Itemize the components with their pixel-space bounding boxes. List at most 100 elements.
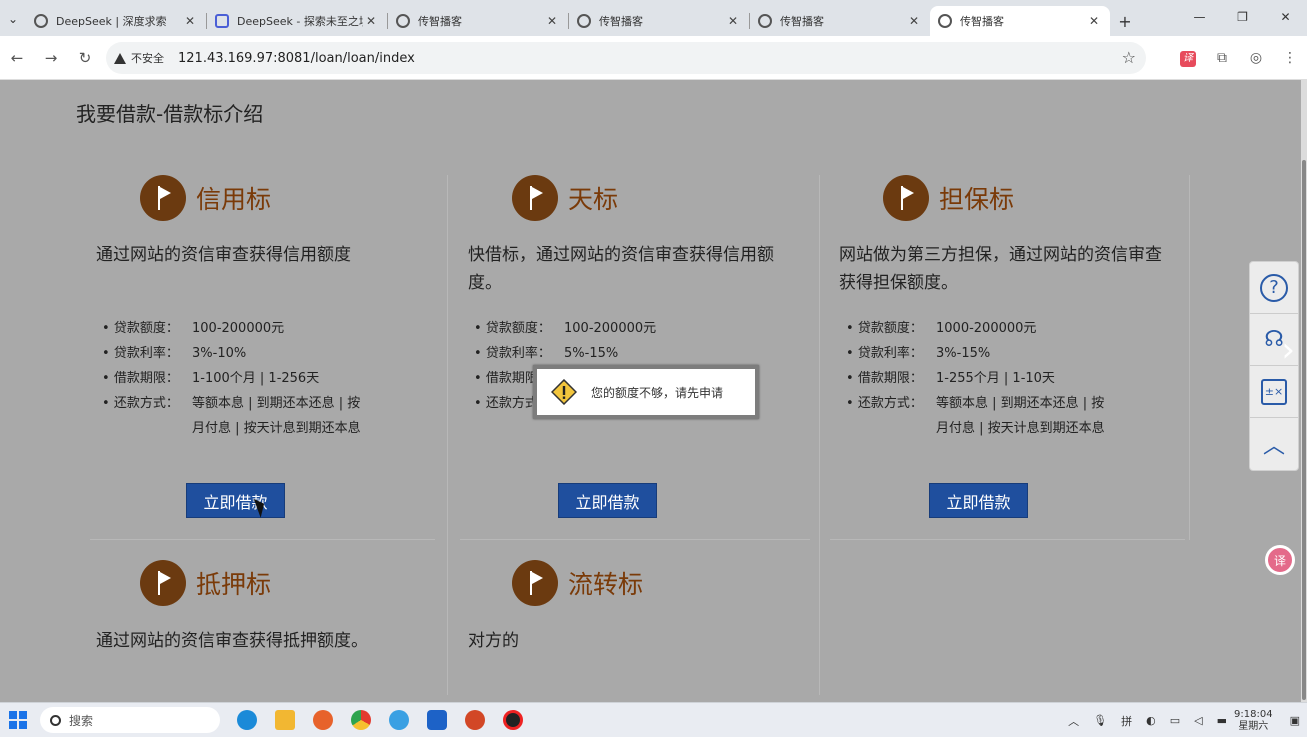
flag-icon <box>512 560 558 606</box>
forward-arrow-icon[interactable]: → <box>34 49 68 67</box>
card-title: 流转标 <box>568 570 644 599</box>
page-scrollbar[interactable] <box>1301 80 1307 702</box>
spec-row: 贷款额度：100-200000元 <box>474 316 744 341</box>
security-indicator[interactable]: 不安全 <box>114 50 164 66</box>
tab-close-icon[interactable]: ✕ <box>363 14 379 28</box>
tab-close-icon[interactable]: ✕ <box>725 14 741 28</box>
microphone-icon[interactable]: 🎙 <box>1093 714 1107 727</box>
network-icon[interactable]: ▭ <box>1170 714 1180 727</box>
spec-value: 3%-10% <box>192 346 247 361</box>
card-title: 天标 <box>568 185 619 214</box>
restore-icon[interactable]: ❐ <box>1221 0 1264 34</box>
help-button[interactable]: ? <box>1250 262 1298 314</box>
card-description: 通过网站的资信审查获得信用额度 <box>96 245 351 265</box>
spec-row: 贷款利率：5%-15% <box>474 341 744 366</box>
taskbar-apps <box>228 710 532 730</box>
browser-tab-active[interactable]: 传智播客 ✕ <box>930 6 1110 36</box>
alert-message: 您的额度不够，请先申请 <box>591 385 724 400</box>
calculator-button[interactable]: ±× <box>1250 366 1298 418</box>
globe-icon <box>396 14 410 28</box>
chevron-up-icon: ︿ <box>1262 434 1285 459</box>
app-red-black-icon[interactable] <box>494 710 532 730</box>
bookmark-star-icon[interactable]: ☆ <box>1122 48 1136 67</box>
page-content: 我要借款-借款标介绍 信用标 通过网站的资信审查获得信用额度 贷款额度：100-… <box>0 80 1307 702</box>
back-to-top-button[interactable]: ︿ <box>1250 418 1298 470</box>
browser-tab[interactable]: 传智播客 ✕ <box>750 6 930 36</box>
spec-key: 贷款利率： <box>102 341 192 366</box>
tab-close-icon[interactable]: ✕ <box>182 14 198 28</box>
deepseek-icon <box>215 14 229 28</box>
spec-value: 1000-200000元 <box>936 321 1037 336</box>
spec-row: 贷款额度：100-200000元 <box>102 316 372 341</box>
profile-avatar-icon[interactable]: ◎ <box>1239 50 1273 66</box>
app-cloud-icon[interactable] <box>380 710 418 730</box>
clock[interactable]: 9:18:04 星期六 <box>1234 709 1273 733</box>
browser-tab[interactable]: DeepSeek - 探索未至之境 ✕ <box>207 6 387 36</box>
file-explorer-icon[interactable] <box>266 710 304 730</box>
tab-close-icon[interactable]: ✕ <box>906 14 922 28</box>
borrow-now-button[interactable]: 立即借款 <box>929 483 1028 518</box>
flag-icon <box>883 175 929 221</box>
card-header: 抵押标 <box>140 560 271 606</box>
tab-label: 传智播客 <box>599 15 643 28</box>
spec-key: 还款方式： <box>846 391 936 441</box>
address-bar[interactable]: 不安全 121.43.169.97:8081/loan/loan/index ☆ <box>106 42 1146 74</box>
browser-tab[interactable]: DeepSeek | 深度求索 ✕ <box>26 6 206 36</box>
spec-key: 借款期限： <box>846 366 936 391</box>
calculator-icon: ±× <box>1261 378 1287 405</box>
spec-key: 贷款利率： <box>846 341 936 366</box>
translate-extension-icon[interactable]: 译 <box>1171 49 1205 67</box>
new-tab-button[interactable]: + <box>1110 6 1140 36</box>
chevron-up-tray-icon[interactable]: ︿ <box>1068 713 1079 729</box>
browser-tab[interactable]: 传智播客 ✕ <box>388 6 568 36</box>
card-specs: 贷款额度：1000-200000元 贷款利率：3%-15% 借款期限：1-255… <box>846 316 1116 441</box>
notification-icon[interactable]: ▣ <box>1290 714 1300 727</box>
spec-key: 贷款额度： <box>102 316 192 341</box>
browser-menu-icon[interactable]: ⋮ <box>1273 50 1307 66</box>
powerpoint-icon[interactable] <box>456 710 494 730</box>
card-header: 担保标 <box>883 175 1014 221</box>
scrollbar-thumb[interactable] <box>1302 160 1306 700</box>
edge-icon[interactable] <box>228 710 266 730</box>
spec-value: 等额本息 | 到期还本还息 | 按月付息 | 按天计息到期还本息 <box>192 396 361 436</box>
card-header: 天标 <box>512 175 618 221</box>
app-blue-icon[interactable] <box>418 710 456 730</box>
url-text[interactable]: 121.43.169.97:8081/loan/loan/index <box>178 51 415 66</box>
ime-icon[interactable]: 拼 <box>1121 713 1132 729</box>
minimize-icon[interactable]: — <box>1178 0 1221 34</box>
alert-dialog[interactable]: 您的额度不够，请先申请 <box>533 365 759 419</box>
borrow-now-button[interactable]: 立即借款 <box>558 483 657 518</box>
windows-start-icon[interactable] <box>0 711 36 729</box>
flag-icon <box>140 560 186 606</box>
spec-row: 还款方式：等额本息 | 到期还本还息 | 按月付息 | 按天计息到期还本息 <box>102 391 372 441</box>
tab-close-icon[interactable]: ✕ <box>1086 14 1102 28</box>
reload-icon[interactable]: ↻ <box>68 49 102 67</box>
tab-search-dropdown[interactable]: ⌄ <box>0 2 26 36</box>
battery-icon[interactable]: ▬ <box>1217 714 1227 727</box>
back-arrow-icon[interactable]: ← <box>0 49 34 67</box>
extensions-puzzle-icon[interactable]: ⧉ <box>1205 50 1239 66</box>
app-tray-icon[interactable]: ◐ <box>1146 714 1156 727</box>
chrome-icon[interactable] <box>342 710 380 730</box>
chevron-right-icon[interactable]: › <box>1281 330 1295 370</box>
spec-value: 100-200000元 <box>564 321 657 336</box>
spec-key: 借款期限： <box>102 366 192 391</box>
spec-row: 贷款利率：3%-10% <box>102 341 372 366</box>
row-divider <box>830 539 1185 540</box>
column-divider <box>447 175 448 695</box>
borrow-now-button[interactable]: 立即借款 <box>186 483 285 518</box>
clock-date: 星期六 <box>1238 720 1269 732</box>
card-description: 通过网站的资信审查获得抵押额度。 <box>96 631 368 651</box>
spec-value: 100-200000元 <box>192 321 285 336</box>
firefox-icon[interactable] <box>304 710 342 730</box>
column-divider <box>1189 175 1190 540</box>
translate-float-icon[interactable]: 译 <box>1265 545 1295 575</box>
close-window-icon[interactable]: ✕ <box>1264 0 1307 34</box>
card-description: 快借标，通过网站的资信审查获得信用额度。 <box>468 245 774 293</box>
security-label: 不安全 <box>131 52 164 65</box>
volume-icon[interactable]: ◁ <box>1194 714 1202 727</box>
taskbar-search[interactable]: 搜索 <box>40 707 220 733</box>
column-divider <box>819 175 820 695</box>
tab-close-icon[interactable]: ✕ <box>544 14 560 28</box>
browser-tab[interactable]: 传智播客 ✕ <box>569 6 749 36</box>
